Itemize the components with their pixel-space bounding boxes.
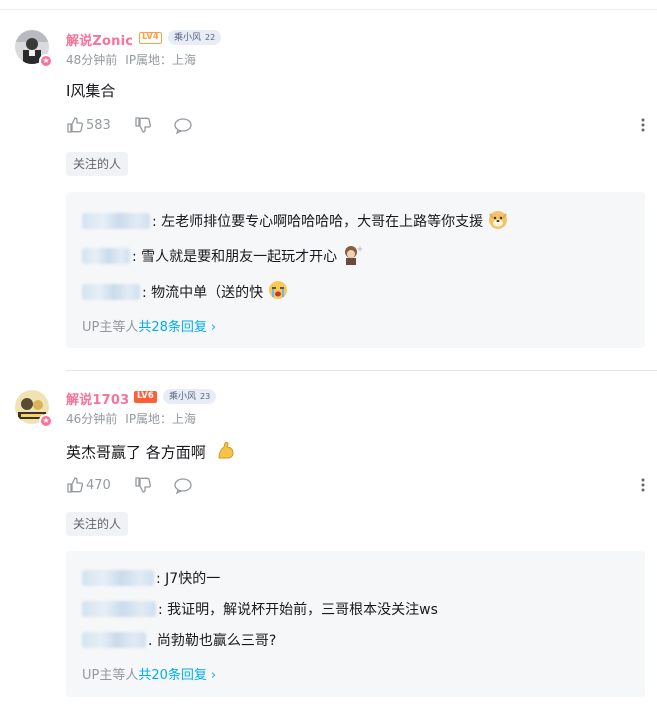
- comment-time: 48分钟前: [66, 53, 118, 67]
- comment-meta: 48分钟前 IP属地：上海: [66, 51, 196, 68]
- chevron-right-icon: ›: [210, 668, 217, 683]
- reply-text: : J7快的一: [156, 571, 221, 587]
- avatar[interactable]: ★: [15, 390, 53, 428]
- reply-item: : J7快的一: [82, 567, 220, 589]
- doge-icon: [487, 208, 509, 234]
- comment-text: I风集合: [66, 82, 116, 100]
- verified-badge-icon: ★: [39, 414, 53, 428]
- blurred-username: [82, 601, 156, 617]
- verified-badge-icon: ★: [39, 54, 53, 68]
- more-replies-prefix: UP主等人: [82, 668, 139, 683]
- like-count: 583: [86, 117, 111, 133]
- more-replies-prefix: UP主等人: [82, 320, 139, 335]
- flexed-biceps-icon: [215, 440, 237, 466]
- reply-item: : 我证明，解说杯开始前，三哥根本没关注ws: [82, 598, 438, 620]
- like-button[interactable]: 470: [66, 476, 111, 494]
- fan-medal-name: 乘小风: [174, 33, 202, 43]
- reply-text: : 我证明，解说杯开始前，三哥根本没关注ws: [158, 602, 438, 618]
- thumbs-up-icon: [67, 477, 83, 493]
- fan-medal[interactable]: 乘小风 23: [163, 389, 217, 404]
- comment-time: 46分钟前: [66, 412, 118, 426]
- reply-text: : 左老师排位要专心啊哈哈哈哈，大哥在上路等你支援: [152, 214, 484, 230]
- reply-count-link[interactable]: 共20条回复: [138, 668, 207, 683]
- reply-item: . 尚勃勒也赢么三哥?: [82, 629, 276, 651]
- avatar[interactable]: ★: [15, 30, 53, 68]
- blurred-username: [82, 570, 154, 586]
- dislike-button[interactable]: [134, 116, 152, 138]
- dislike-button[interactable]: [134, 476, 152, 498]
- thumbs-down-icon: [135, 117, 151, 133]
- thumbs-up-icon: [67, 117, 83, 133]
- like-button[interactable]: 583: [66, 116, 111, 134]
- more-options-button[interactable]: [640, 476, 646, 498]
- reply-button[interactable]: [173, 117, 193, 139]
- reply-text: : 雪人就是要和朋友一起玩才开心: [132, 249, 338, 265]
- fan-medal-name: 乘小风: [169, 392, 197, 402]
- comment-divider: [66, 370, 657, 371]
- comment-meta: 46分钟前 IP属地：上海: [66, 410, 196, 427]
- reply-item: : 物流中单（送的快: [82, 281, 289, 303]
- comment-actions: 583: [66, 116, 646, 136]
- comment-text-content: 英杰哥赢了 各方面啊: [66, 443, 206, 462]
- follow-tag: 关注的人: [66, 512, 129, 536]
- like-count: 470: [86, 477, 111, 493]
- reply-box: : 左老师排位要专心啊哈哈哈哈，大哥在上路等你支援 : 雪人就是要和朋友一起玩才…: [66, 192, 645, 348]
- chat-bubble-icon: [174, 478, 192, 495]
- reply-text: . 尚勃勒也赢么三哥?: [148, 633, 277, 649]
- fan-medal[interactable]: 乘小风 22: [168, 30, 222, 45]
- more-options-button[interactable]: [640, 116, 646, 138]
- view-more-replies[interactable]: UP主等人共20条回复 ›: [82, 664, 216, 683]
- reply-item: : 左老师排位要专心啊哈哈哈哈，大哥在上路等你支援: [82, 210, 509, 232]
- blurred-username: [82, 213, 150, 229]
- chat-bubble-icon: [174, 118, 192, 135]
- fan-medal-level: 22: [205, 33, 216, 42]
- follow-tag: 关注的人: [66, 152, 129, 176]
- username[interactable]: 解说1703: [66, 389, 129, 408]
- view-more-replies[interactable]: UP主等人共28条回复 ›: [82, 316, 216, 335]
- blurred-username: [82, 632, 146, 648]
- level-badge: LV6: [134, 391, 157, 403]
- blurred-username: [82, 284, 140, 300]
- reply-button[interactable]: [173, 477, 193, 499]
- level-badge: LV4: [139, 32, 162, 44]
- chevron-right-icon: ›: [210, 320, 217, 335]
- blurred-username: [82, 248, 130, 264]
- comment-text: 英杰哥赢了 各方面啊: [66, 440, 237, 466]
- vertical-dots-icon: [641, 118, 645, 132]
- top-divider: [0, 9, 657, 10]
- reply-item: : 雪人就是要和朋友一起玩才开心: [82, 245, 365, 267]
- reply-text: : 物流中单（送的快: [142, 285, 264, 301]
- ip-location: IP属地：上海: [125, 412, 197, 426]
- ip-location: IP属地：上海: [125, 53, 197, 67]
- reply-count-link[interactable]: 共28条回复: [138, 320, 207, 335]
- character-sticker-icon: [341, 243, 365, 269]
- fan-medal-level: 23: [200, 392, 211, 401]
- username[interactable]: 解说Zonic: [66, 30, 133, 49]
- thumbs-down-icon: [135, 477, 151, 493]
- vertical-dots-icon: [641, 478, 645, 492]
- reply-box: : J7快的一 : 我证明，解说杯开始前，三哥根本没关注ws . 尚勃勒也赢么三…: [66, 551, 645, 697]
- comment-actions: 470: [66, 476, 646, 496]
- crying-face-icon: [267, 279, 289, 305]
